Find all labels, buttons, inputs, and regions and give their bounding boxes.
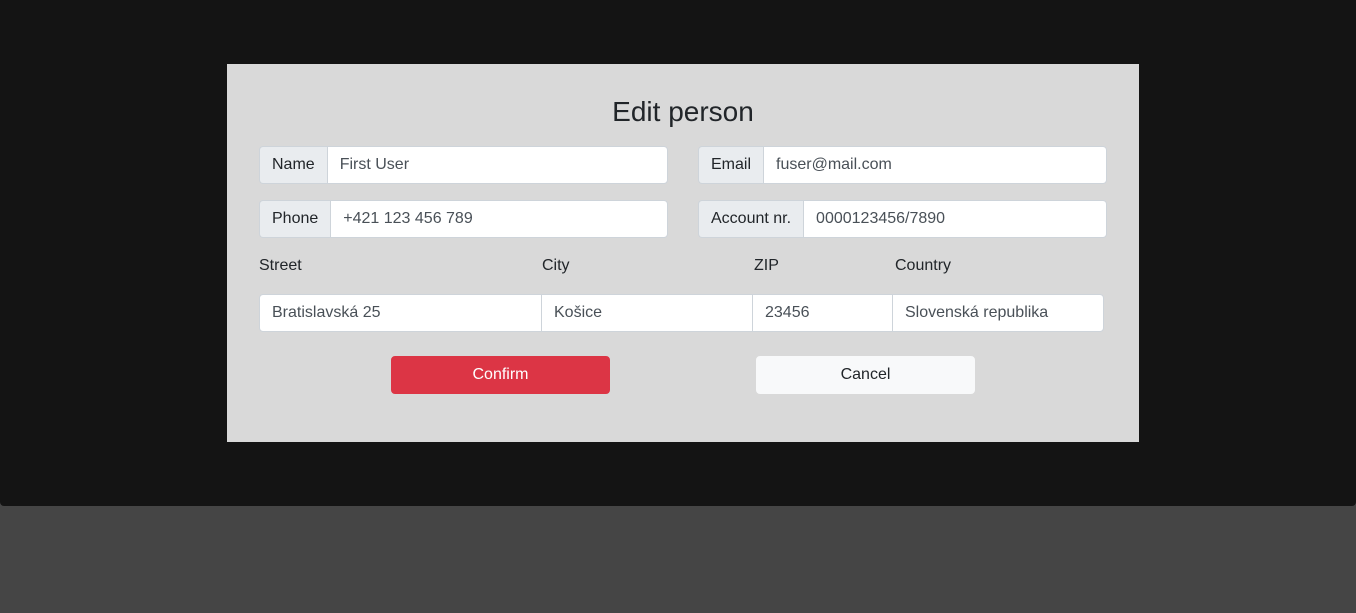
account-label: Account nr. <box>698 200 804 238</box>
email-field-group: Email <box>698 146 1107 184</box>
phone-input[interactable] <box>330 200 668 238</box>
phone-label: Phone <box>259 200 331 238</box>
name-field-group: Name <box>259 146 668 184</box>
zip-input[interactable] <box>752 294 893 332</box>
country-input[interactable] <box>892 294 1104 332</box>
account-field-group: Account nr. <box>698 200 1107 238</box>
email-input[interactable] <box>763 146 1107 184</box>
address-row <box>259 294 1104 332</box>
zip-label: ZIP <box>754 257 779 274</box>
dialog-title: Edit person <box>612 96 754 127</box>
city-label: City <box>542 257 570 274</box>
cancel-button[interactable]: Cancel <box>756 356 975 394</box>
account-input[interactable] <box>803 200 1107 238</box>
name-label: Name <box>259 146 327 184</box>
name-input[interactable] <box>326 146 668 184</box>
edit-person-dialog: Edit person Name Email Phone Account nr.… <box>227 64 1139 442</box>
city-input[interactable] <box>541 294 753 332</box>
email-label: Email <box>698 146 764 184</box>
street-input[interactable] <box>259 294 542 332</box>
phone-field-group: Phone <box>259 200 668 238</box>
confirm-button[interactable]: Confirm <box>391 356 610 394</box>
street-label: Street <box>259 257 302 274</box>
country-label: Country <box>895 257 952 274</box>
